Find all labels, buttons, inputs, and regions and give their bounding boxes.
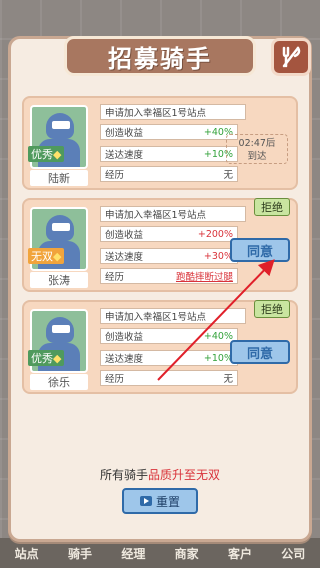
apply-text: 申请加入幸福区1号站点: [100, 308, 246, 324]
experience-row: 经历 跑酷摔断过腿: [100, 268, 238, 284]
profit-row: 创造收益 +40%: [100, 124, 238, 140]
nav-company[interactable]: 公司: [275, 543, 311, 564]
agree-button[interactable]: 同意: [230, 238, 290, 262]
page-title: 招募骑手: [108, 44, 212, 73]
agree-button[interactable]: 同意: [230, 340, 290, 364]
rider-card-1: 优秀◆ 陆新 申请加入幸福区1号站点 创造收益 +40% 送达速度 +10% 经历无…: [22, 96, 298, 190]
nav-station[interactable]: 站点: [9, 543, 45, 564]
reject-button[interactable]: 拒绝: [254, 300, 290, 318]
reject-button[interactable]: 拒绝: [254, 198, 290, 216]
apply-text: 申请加入幸福区1号站点: [100, 206, 246, 222]
close-button[interactable]: [271, 38, 311, 76]
rider-card-3: 优秀◆ 徐乐 申请加入幸福区1号站点 创造收益 +40% 送达速度 +10% 经历无…: [22, 300, 298, 394]
quality-badge: 优秀◆: [28, 350, 65, 366]
nav-merchant[interactable]: 商家: [169, 543, 205, 564]
upgrade-hint: 所有骑手品质升至无双: [99, 468, 221, 482]
profit-row: 创造收益 +40%: [100, 328, 238, 344]
nav-rider[interactable]: 骑手: [62, 543, 98, 564]
reset-button[interactable]: 重置: [122, 488, 198, 514]
title-banner: 招募骑手: [64, 36, 256, 76]
quality-badge: 优秀◆: [28, 146, 65, 162]
rider-name: 徐乐: [30, 374, 88, 390]
rider-name: 张涛: [30, 272, 88, 288]
speed-row: 送达速度 +10%: [100, 146, 238, 162]
fork-knife-icon: [282, 46, 301, 68]
bottom-nav: 站点 骑手 经理 商家 客户 公司: [0, 538, 320, 568]
arrival-timer: 02:47后 到达: [226, 134, 288, 164]
experience-row: 经历无: [100, 370, 238, 386]
nav-manager[interactable]: 经理: [115, 543, 151, 564]
profit-row: 创造收益 +200%: [100, 226, 238, 242]
experience-row: 经历无: [100, 166, 238, 182]
speed-row: 送达速度 +10%: [100, 350, 238, 366]
rider-card-2: 无双◆ 张涛 申请加入幸福区1号站点 创造收益 +200% 送达速度 +30% 经历…: [22, 198, 298, 292]
video-icon: [139, 496, 152, 506]
rider-name: 陆新: [30, 170, 88, 186]
reset-label: 重置: [155, 494, 180, 509]
nav-customer[interactable]: 客户: [222, 543, 258, 564]
quality-badge: 无双◆: [28, 248, 65, 264]
speed-row: 送达速度 +30%: [100, 248, 238, 264]
apply-text: 申请加入幸福区1号站点: [100, 104, 246, 120]
